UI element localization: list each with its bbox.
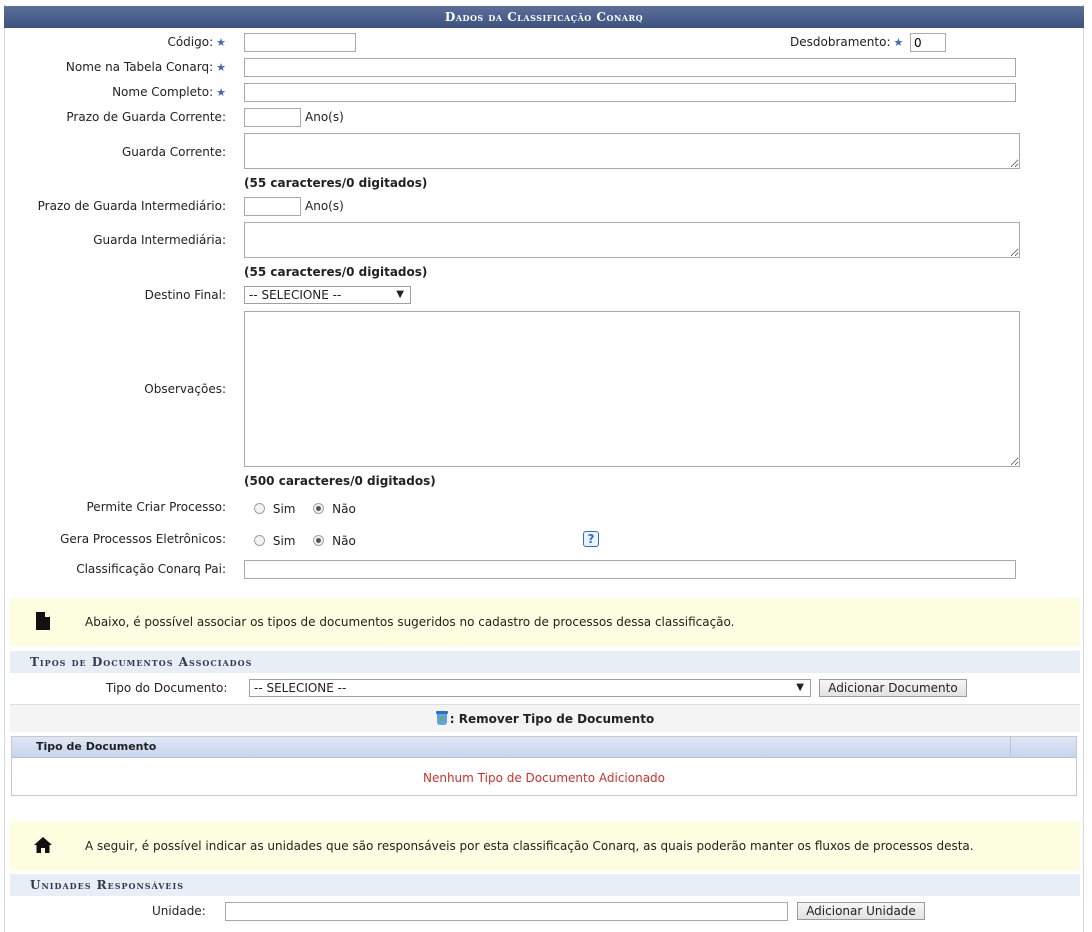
observacoes-textarea[interactable] (244, 311, 1020, 467)
document-icon (36, 612, 50, 630)
prazo-intermediario-input[interactable] (244, 197, 301, 216)
home-icon (34, 837, 52, 853)
permite-criar-label: Permite Criar Processo: (86, 500, 227, 514)
gera-eletronicos-nao-radio[interactable] (313, 535, 325, 546)
tipos-section-heading: Tipos de Documentos Associados (10, 651, 1080, 673)
table-header-row: Tipo de Documento (12, 737, 1076, 758)
classificacao-pai-label: Classificação Conarq Pai: (76, 562, 226, 576)
codigo-label: Código: ★ (167, 35, 226, 49)
nome-completo-label: Nome Completo: ★ (112, 85, 226, 99)
nome-completo-input[interactable] (244, 83, 1016, 102)
required-star-icon: ★ (216, 36, 226, 49)
required-star-icon: ★ (893, 36, 904, 49)
observacoes-count: (500 caracteres/0 digitados) (244, 474, 436, 488)
remove-legend: : Remover Tipo de Documento (10, 711, 1080, 726)
codigo-input[interactable] (244, 33, 356, 52)
guarda-corrente-label: Guarda Corrente: (122, 145, 226, 159)
desdobramento-input[interactable] (910, 33, 946, 52)
info-unidades-box: A seguir, é possível indicar as unidades… (10, 821, 1080, 871)
nao-label: Não (332, 502, 356, 516)
nao-label: Não (332, 534, 356, 548)
sim-label: Sim (272, 502, 296, 516)
remove-legend-bar: : Remover Tipo de Documento (10, 704, 1080, 732)
required-star-icon: ★ (216, 61, 226, 74)
tipo-documento-select[interactable]: -- SELECIONE -- ▼ (249, 679, 811, 697)
prazo-corrente-label: Prazo de Guarda Corrente: (66, 110, 226, 124)
guarda-intermediaria-textarea[interactable] (244, 222, 1020, 258)
help-icon[interactable]: ? (583, 531, 599, 547)
desdobramento-label: Desdobramento: ★ (790, 35, 904, 49)
permite-criar-nao-radio[interactable] (313, 503, 325, 514)
unidade-input[interactable] (225, 902, 788, 921)
documentos-table: Tipo de Documento Nenhum Tipo de Documen… (11, 736, 1077, 796)
table-col-tipo-documento: Tipo de Documento (12, 737, 1011, 757)
info-unidades-text: A seguir, é possível indicar as unidades… (85, 839, 974, 853)
form-title: Dados da Classificação Conarq (4, 6, 1084, 28)
dropdown-arrow-icon: ▼ (796, 682, 804, 693)
guarda-intermediaria-count: (55 caracteres/0 digitados) (244, 265, 428, 279)
permite-criar-sim-radio[interactable] (254, 503, 265, 514)
trash-bin-icon (435, 711, 448, 725)
nome-tabela-input[interactable] (244, 58, 1016, 77)
destino-final-label: Destino Final: (144, 288, 226, 302)
permite-criar-radios: Sim Não (254, 502, 356, 516)
anos-label: Ano(s) (305, 110, 344, 124)
required-star-icon: ★ (216, 86, 226, 99)
info-documentos-box: Abaixo, é possível associar os tipos de … (10, 598, 1080, 646)
observacoes-label: Observações: (144, 382, 226, 396)
unidade-label: Unidade: (152, 904, 206, 918)
gera-eletronicos-sim-radio[interactable] (254, 535, 265, 546)
empty-table-message: Nenhum Tipo de Documento Adicionado (422, 771, 666, 785)
unidades-section-heading: Unidades Responsáveis (10, 874, 1080, 896)
anos-label-2: Ano(s) (305, 199, 344, 213)
guarda-intermediaria-label: Guarda Intermediária: (93, 233, 226, 247)
guarda-corrente-textarea[interactable] (244, 133, 1020, 169)
info-documentos-text: Abaixo, é possível associar os tipos de … (85, 615, 735, 629)
dropdown-arrow-icon: ▼ (396, 289, 404, 300)
destino-final-select[interactable]: -- SELECIONE -- ▼ (244, 286, 411, 304)
guarda-corrente-count: (55 caracteres/0 digitados) (244, 176, 428, 190)
prazo-intermediario-label: Prazo de Guarda Intermediário: (37, 199, 226, 213)
sim-label: Sim (272, 534, 296, 548)
adicionar-unidade-button[interactable]: Adicionar Unidade (797, 902, 925, 920)
nome-tabela-label: Nome na Tabela Conarq: ★ (65, 60, 226, 74)
prazo-corrente-input[interactable] (244, 108, 301, 127)
classificacao-pai-input[interactable] (244, 560, 1016, 579)
gera-eletronicos-radios: Sim Não (254, 534, 356, 548)
adicionar-documento-button[interactable]: Adicionar Documento (819, 679, 967, 697)
tipo-documento-label: Tipo do Documento: (106, 681, 228, 695)
gera-eletronicos-label: Gera Processos Eletrônicos: (60, 532, 226, 546)
